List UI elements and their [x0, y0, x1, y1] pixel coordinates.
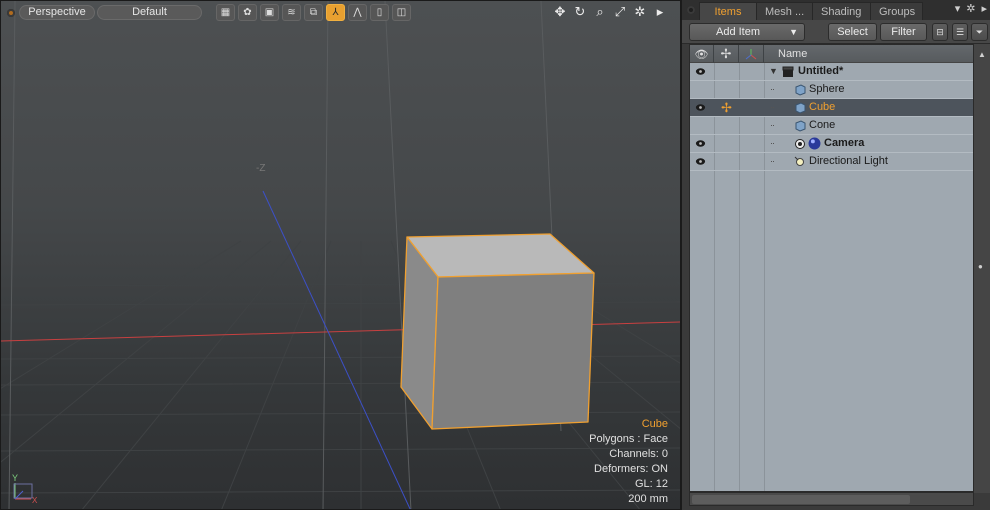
eye-icon[interactable]	[695, 156, 706, 167]
list-item[interactable]: Cone	[690, 117, 973, 135]
hud-channels: Channels: 0	[609, 448, 668, 460]
list-item[interactable]: Directional Light	[690, 153, 973, 171]
panel-menu-dot[interactable]	[687, 6, 695, 14]
workplane-icon[interactable]: ⅄	[326, 4, 345, 21]
tab-groups[interactable]: Groups	[870, 2, 923, 20]
cube-front-face	[431, 272, 595, 430]
tab-shading[interactable]: Shading	[812, 2, 871, 20]
pin-icon[interactable]: ✢	[721, 100, 732, 116]
rotate-view-icon[interactable]: ↻	[572, 4, 588, 20]
viewport-menu-dot[interactable]	[7, 8, 15, 17]
z-axis-line	[262, 190, 411, 509]
gizmo-x-label: X	[32, 496, 38, 505]
view-mode-dropdown[interactable]: Perspective	[19, 5, 95, 20]
hud-deformers: Deformers: ON	[594, 463, 668, 475]
hud-polygons: Polygons : Face	[589, 433, 668, 445]
item-name-untitled: Untitled*	[798, 65, 844, 77]
tab-mesh[interactable]: Mesh ...	[756, 2, 813, 20]
settings-gear-icon[interactable]: ✲	[632, 4, 648, 20]
list-horizontal-scrollbar[interactable]	[689, 492, 974, 506]
eye-icon[interactable]	[695, 138, 706, 149]
viewport-scene	[1, 1, 680, 509]
item-name-sphere: Sphere	[809, 83, 845, 95]
panel-expand-icon[interactable]: ▸	[981, 2, 987, 15]
cube-mesh	[400, 233, 595, 430]
pin-column-icon[interactable]: ✢	[714, 45, 739, 63]
eye-icon[interactable]	[695, 66, 706, 77]
item-name-cone: Cone	[809, 119, 836, 131]
checker-icon[interactable]: ▦	[216, 4, 235, 21]
horizontal-scroll-thumb[interactable]	[692, 495, 910, 504]
maximize-icon[interactable]: ⤢	[612, 4, 628, 20]
item-list-toolbar: Add Item ▼ Select Filter ⊟ ☰ ⏷	[682, 20, 990, 44]
item-name-camera: Camera	[824, 137, 865, 149]
camera-icon	[795, 139, 805, 149]
move-view-icon[interactable]: ✥	[552, 4, 568, 20]
list-header: 👁 ✢ Name	[690, 45, 973, 63]
hud-scale: 200 mm	[628, 493, 668, 505]
panel-gear-icon[interactable]: ✲	[966, 2, 975, 15]
list-options-icon[interactable]: ☰	[952, 23, 968, 41]
list-body: ▼ Untitled* Sphere ✢ Cube Cone Camera Di…	[690, 63, 973, 491]
backface-icon[interactable]: ▯	[370, 4, 389, 21]
shaded-icon[interactable]: ✿	[238, 4, 257, 21]
expand-triangle-icon[interactable]: ▼	[769, 66, 778, 76]
list-item[interactable]: Sphere	[690, 81, 973, 99]
style-preset-dropdown[interactable]: Default	[97, 5, 202, 20]
filter-funnel-icon[interactable]: ⏷	[971, 23, 988, 41]
item-name-cube: Cube	[809, 101, 836, 113]
visibility-column-eye-icon[interactable]: 👁	[690, 45, 714, 63]
collapse-icon[interactable]: ⊟	[932, 23, 948, 41]
gizmo-y-label: Y	[12, 473, 18, 483]
scene-clapper-icon	[782, 66, 794, 77]
mesh-cube-icon	[795, 120, 806, 132]
item-list: 👁 ✢ Name ▼ Untitled* Sphere ✢ Cube Cone …	[689, 44, 974, 492]
axis-z-label: -Z	[256, 163, 266, 174]
add-item-button[interactable]: Add Item ▼	[689, 23, 805, 41]
cube-top-face	[406, 233, 595, 278]
chevron-down-icon: ▼	[789, 27, 798, 37]
viewport-nav-controls: ✥ ↻ ⌕ ⤢ ✲ ▸	[552, 4, 668, 20]
wireframe-icon[interactable]: ▣	[260, 4, 279, 21]
select-button[interactable]: Select	[828, 23, 877, 41]
eye-icon[interactable]	[695, 102, 706, 113]
directional-light-icon	[794, 156, 804, 166]
scroll-up-icon[interactable]: ▲	[978, 50, 986, 59]
layers-icon[interactable]: ⧉	[304, 4, 323, 21]
zoom-view-icon[interactable]: ⌕	[592, 4, 608, 20]
list-item[interactable]: Camera	[690, 135, 973, 153]
locator-column-icon[interactable]	[739, 45, 764, 63]
tab-items[interactable]: Items	[699, 2, 757, 20]
panel-tab-bar: Items Mesh ... Shading Groups ▾ ✲ ▸	[682, 0, 990, 20]
add-item-label: Add Item	[716, 26, 761, 38]
items-panel: Items Mesh ... Shading Groups ▾ ✲ ▸ Add …	[681, 0, 990, 510]
viewport-info-hud: Cube Polygons : Face Channels: 0 Deforme…	[589, 417, 668, 507]
hud-gl: GL: 12	[634, 478, 668, 490]
mesh-cube-icon	[795, 84, 806, 96]
tab-overflow-icon[interactable]: ▾	[955, 2, 961, 15]
hud-selected-item: Cube	[641, 418, 668, 430]
list-item-selected[interactable]: ✢ Cube	[690, 99, 973, 117]
cage-icon[interactable]: ◫	[392, 4, 411, 21]
camera-sphere-icon	[808, 137, 821, 150]
symmetry-icon[interactable]: ⋀	[348, 4, 367, 21]
axis-gizmo-icon: Y X	[12, 473, 38, 505]
viewport-toolbar: Perspective Default ▦ ✿ ▣ ≋ ⧉ ⅄ ⋀ ▯ ◫ ✥ …	[1, 1, 680, 24]
item-name-directional-light: Directional Light	[809, 155, 888, 167]
scroll-grip-icon[interactable]: ●	[978, 262, 983, 271]
texture-icon[interactable]: ≋	[282, 4, 301, 21]
list-item[interactable]: ▼ Untitled*	[690, 63, 973, 81]
expand-arrow-icon[interactable]: ▸	[652, 4, 668, 20]
filter-button[interactable]: Filter	[880, 23, 927, 41]
list-vertical-scrollbar[interactable]: ▲ ●	[973, 44, 990, 493]
name-column-header[interactable]: Name	[764, 45, 973, 63]
3d-viewport[interactable]: -Z Perspective Default ▦ ✿ ▣ ≋ ⧉ ⅄ ⋀ ▯ ◫…	[0, 0, 681, 510]
mesh-cube-icon	[795, 102, 806, 114]
